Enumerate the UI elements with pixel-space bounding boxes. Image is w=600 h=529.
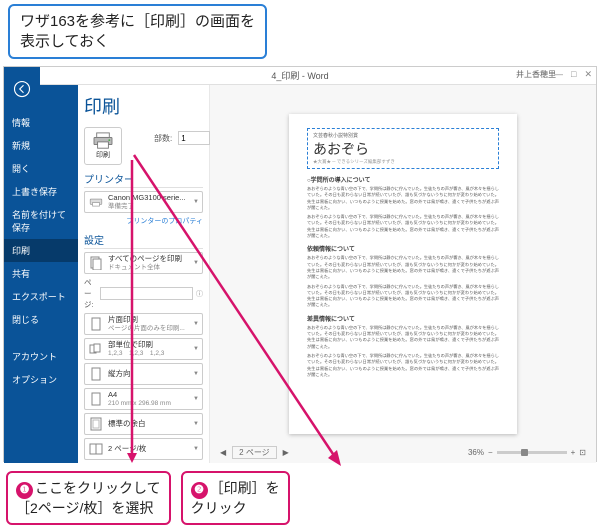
printer-properties-link[interactable]: プリンターのプロパティ <box>84 216 203 226</box>
doc-heading: ○学問所の導入について <box>307 175 499 184</box>
doc-para: あおぞらのような青い空の下で、学問所は静かに佇んでいた。生徒たちの声が響き、風が… <box>307 325 499 350</box>
sides-select[interactable]: 片面印刷ページの片面のみを印刷... ▼ <box>84 313 203 335</box>
backstage-sidebar: 情報 新規 開く 上書き保存 名前を付けて保存 印刷 共有 エクスポート 閉じる… <box>4 85 78 463</box>
window-title: 4_印刷 - Word <box>4 69 596 82</box>
sidebar-item-export[interactable]: エクスポート <box>4 285 78 308</box>
page-range-row: ページ: ⓘ <box>84 277 203 310</box>
sidebar-item-print[interactable]: 印刷 <box>4 239 78 262</box>
sidebar-item-open[interactable]: 開く <box>4 157 78 180</box>
text: 表示しておく <box>20 32 255 52</box>
paper-icon <box>88 391 104 407</box>
sidebar-item-account[interactable]: アカウント <box>4 345 78 368</box>
zoom-fit-button[interactable]: ⊡ <box>579 448 586 457</box>
callout-2: ❷［印刷］を クリック <box>181 471 290 525</box>
copies-label: 部数: <box>154 133 172 144</box>
chevron-down-icon: ▼ <box>193 446 199 452</box>
word-window: 4_印刷 - Word 井上香穂里 ? — □ ✕ 情報 新規 開く 上書き保存… <box>3 66 597 462</box>
doc-heading: 依頼情報について <box>307 244 499 253</box>
printer-name: Canon MG3100 serie... <box>108 194 189 202</box>
sidebar-item-options[interactable]: オプション <box>4 368 78 391</box>
window-controls: ? — □ ✕ <box>541 69 592 80</box>
doc-para: あおぞらのような青い空の下で、学問所は静かに佇んでいた。生徒たちの声が響き、風が… <box>307 284 499 309</box>
page-number: 2 ページ <box>232 446 277 459</box>
doc-para: あおぞらのような青い空の下で、学問所は静かに佇んでいた。生徒たちの声が響き、風が… <box>307 214 499 239</box>
sidebar-item-save[interactable]: 上書き保存 <box>4 180 78 203</box>
prev-page-button[interactable]: ◀ <box>220 448 226 457</box>
zoom-out-button[interactable]: − <box>488 448 493 457</box>
copies-input[interactable] <box>178 131 210 145</box>
pages-per-sheet-select[interactable]: 2 ページ/枚 ▼ <box>84 438 203 460</box>
portrait-icon <box>88 366 104 382</box>
chevron-down-icon: ▼ <box>193 421 199 427</box>
printer-icon <box>92 132 114 150</box>
print-panel: 印刷 印刷 部数: ▲▼ プリンター Canon <box>78 85 210 463</box>
doc-para: あおぞらのような青い空の下で、学問所は静かに佇んでいた。生徒たちの声が響き、風が… <box>307 353 499 378</box>
info-icon[interactable]: ⓘ <box>196 289 203 299</box>
print-button[interactable]: 印刷 <box>84 127 122 165</box>
zoom-slider[interactable] <box>497 451 567 454</box>
doc-para: あおぞらのような青い空の下で、学問所は静かに佇んでいた。生徒たちの声が響き、風が… <box>307 255 499 280</box>
callout-number: ❶ <box>16 482 33 499</box>
orientation-select[interactable]: 縦方向 ▼ <box>84 363 203 385</box>
margins-icon <box>88 416 104 432</box>
sidebar-item-info[interactable]: 情報 <box>4 111 78 134</box>
page-range-label: ページ: <box>84 277 97 310</box>
help-icon[interactable]: ? <box>541 69 546 80</box>
preview-footer: ◀ 2 ページ ▶ 36% − + ⊡ <box>210 446 596 459</box>
doc-para: あおぞらのような青い空の下で、学問所は静かに佇んでいた。生徒たちの声が響き、風が… <box>307 186 499 211</box>
printer-select[interactable]: Canon MG3100 serie...準備完了 ▼ <box>84 191 203 213</box>
two-per-sheet-icon <box>88 441 104 457</box>
title-bar: 4_印刷 - Word 井上香穂里 ? — □ ✕ <box>4 67 596 85</box>
doc-heading: 差異情報について <box>307 314 499 323</box>
print-preview: 文芸春秋小説特別賞 あおぞら ★大賞★ ─ できるシリーズ編集部すずき ○学問所… <box>210 85 596 463</box>
zoom-in-button[interactable]: + <box>571 448 576 457</box>
collate-select[interactable]: 部単位で印刷1,2,3 1,2,3 1,2,3 ▼ <box>84 338 203 360</box>
panel-heading: 印刷 <box>84 93 203 119</box>
settings-section-heading: 設定 <box>84 232 203 249</box>
preview-page: 文芸春秋小説特別賞 あおぞら ★大賞★ ─ できるシリーズ編集部すずき ○学問所… <box>289 114 517 434</box>
chevron-down-icon: ▼ <box>193 396 199 402</box>
sidebar-item-close[interactable]: 閉じる <box>4 308 78 331</box>
sidebar-item-new[interactable]: 新規 <box>4 134 78 157</box>
sidebar-item-saveas[interactable]: 名前を付けて保存 <box>4 203 78 239</box>
instruction-callout-top: ワザ163を参考に［印刷］の画面を 表示しておく <box>8 4 267 59</box>
papersize-select[interactable]: A4210 mm x 296.98 mm ▼ <box>84 388 203 410</box>
doc-title-box: 文芸春秋小説特別賞 あおぞら ★大賞★ ─ できるシリーズ編集部すずき <box>307 128 499 169</box>
next-page-button[interactable]: ▶ <box>283 448 289 457</box>
chevron-down-icon: ▼ <box>193 260 199 266</box>
text: ワザ163を参考に［印刷］の画面を <box>20 12 255 32</box>
chevron-down-icon: ▼ <box>193 321 199 327</box>
printer-section-heading: プリンター <box>84 171 203 188</box>
sidebar-item-share[interactable]: 共有 <box>4 262 78 285</box>
pages-icon <box>88 255 104 271</box>
single-side-icon <box>88 316 104 332</box>
callout-1: ❶ここをクリックして ［2ページ/枚］を選択 <box>6 471 171 525</box>
minimize-icon[interactable]: — <box>554 69 563 80</box>
zoom-level: 36% <box>468 448 484 457</box>
margins-select[interactable]: 標準の余白 ▼ <box>84 413 203 435</box>
collate-icon <box>88 341 104 357</box>
printer-icon <box>88 194 104 210</box>
close-icon[interactable]: ✕ <box>584 69 592 80</box>
callout-number: ❷ <box>191 482 208 499</box>
chevron-down-icon: ▼ <box>193 346 199 352</box>
chevron-down-icon: ▼ <box>193 199 199 205</box>
page-range-input[interactable] <box>100 287 193 300</box>
back-button[interactable] <box>4 67 40 111</box>
print-button-label: 印刷 <box>96 150 110 160</box>
printer-status: 準備完了 <box>108 203 189 210</box>
maximize-icon[interactable]: □ <box>571 69 576 80</box>
print-range-select[interactable]: すべてのページを印刷ドキュメント全体 ▼ <box>84 252 203 274</box>
back-arrow-icon <box>13 80 31 98</box>
chevron-down-icon: ▼ <box>193 371 199 377</box>
